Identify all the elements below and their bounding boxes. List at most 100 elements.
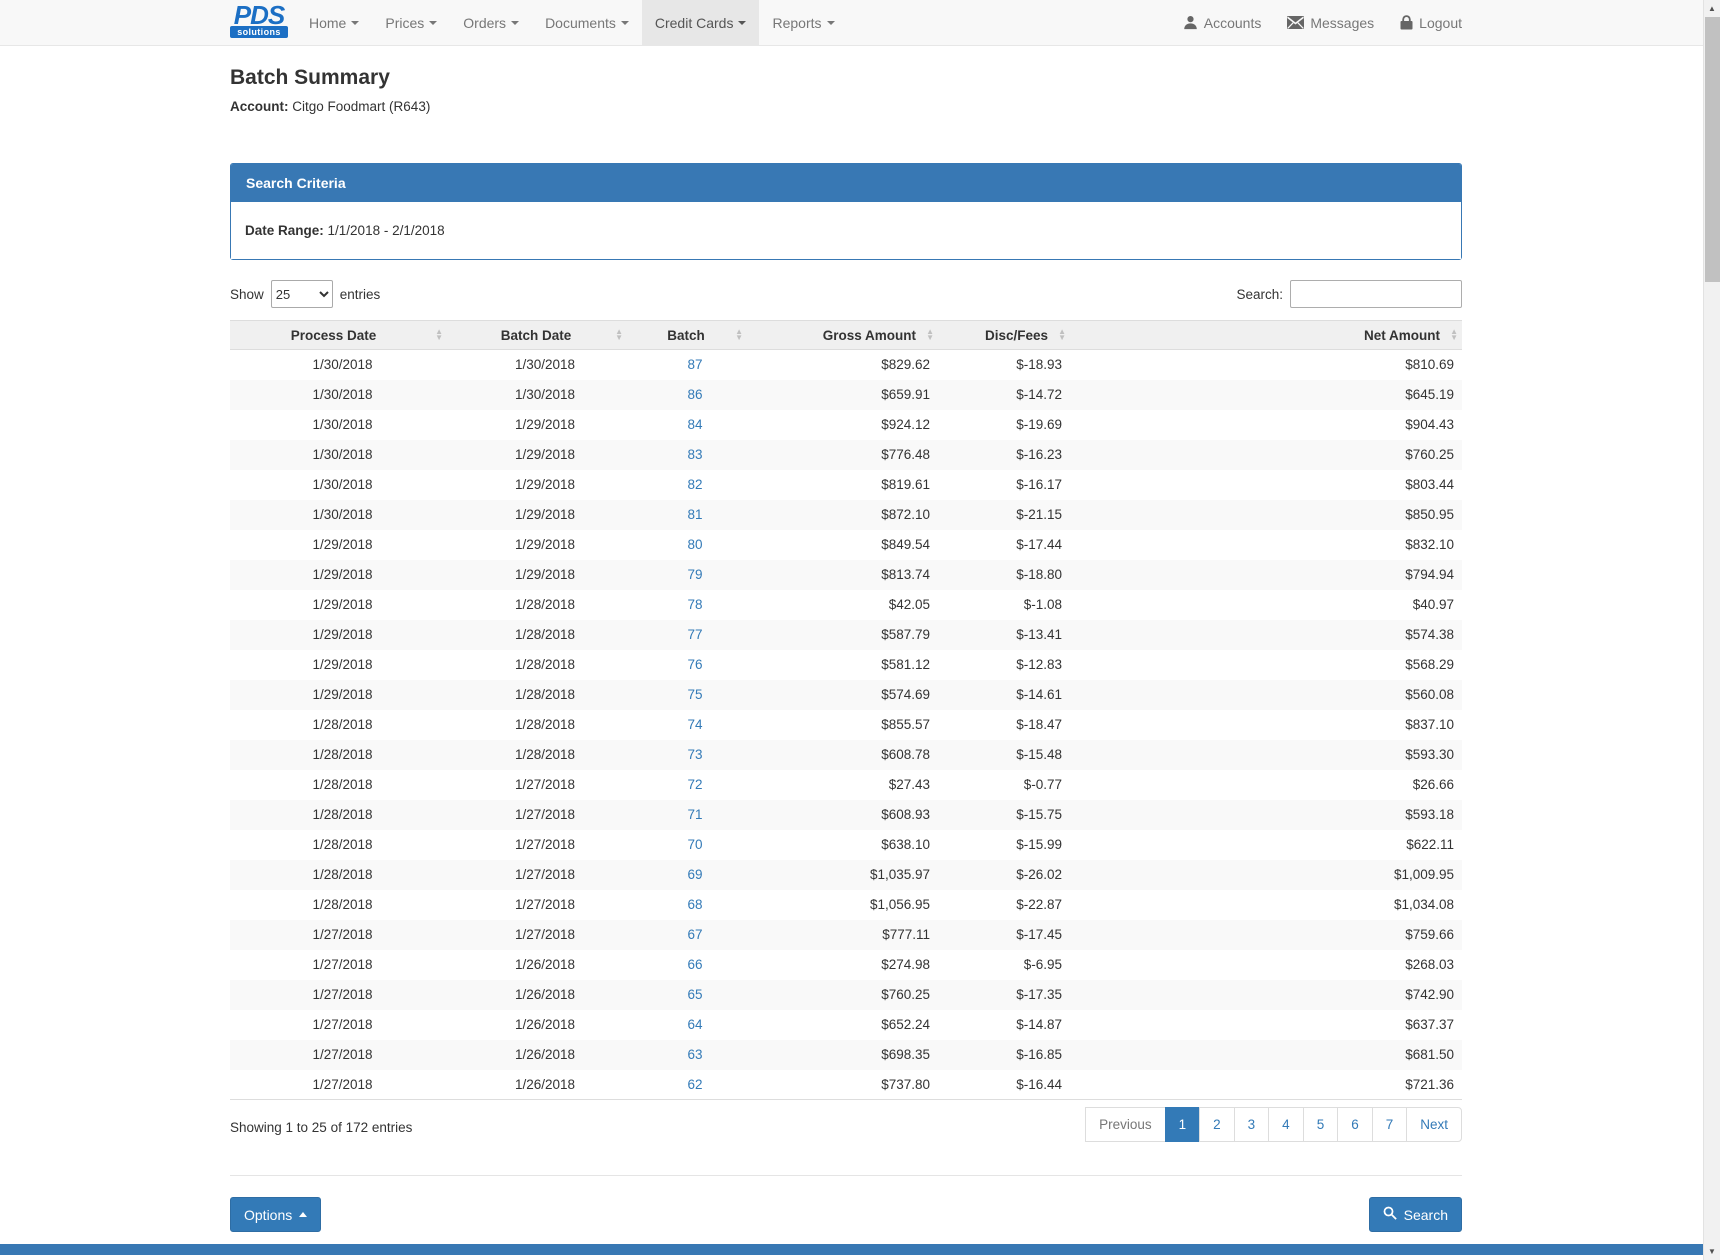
cell-batch: 80	[635, 530, 755, 560]
sort-icon: ▲▼	[435, 329, 443, 341]
cell-batch: 87	[635, 350, 755, 380]
batch-link[interactable]: 66	[687, 957, 702, 972]
batch-link[interactable]: 75	[687, 687, 702, 702]
pagination-button[interactable]: Previous	[1085, 1107, 1166, 1142]
batch-link[interactable]: 76	[687, 657, 702, 672]
vertical-scrollbar[interactable]: ▲ ▼	[1703, 0, 1720, 1260]
cell-net-amount: $742.90	[1070, 980, 1462, 1010]
pagination-button[interactable]: 1	[1165, 1107, 1201, 1142]
cell-gross-amount: $849.54	[755, 530, 938, 560]
batch-link[interactable]: 65	[687, 987, 702, 1002]
cell-batch-date: 1/28/2018	[455, 710, 635, 740]
envelope-icon	[1287, 16, 1304, 29]
table-row: 1/29/2018 1/29/2018 79 $813.74 $-18.80 $…	[230, 560, 1462, 590]
column-header[interactable]: Batch Date ▲▼	[455, 321, 635, 350]
options-button[interactable]: Options	[230, 1197, 321, 1232]
pagination-button[interactable]: 4	[1268, 1107, 1304, 1142]
batch-link[interactable]: 70	[687, 837, 702, 852]
sort-icon: ▲▼	[735, 329, 743, 341]
brand-logo[interactable]: PDS solutions	[230, 4, 288, 38]
cell-disc-fees: $-14.72	[938, 380, 1070, 410]
cell-net-amount: $794.94	[1070, 560, 1462, 590]
nav-item[interactable]: Reports	[759, 0, 847, 45]
scrollbar-thumb[interactable]	[1705, 17, 1720, 282]
batch-link[interactable]: 67	[687, 927, 702, 942]
search-criteria-header: Search Criteria	[231, 164, 1461, 202]
cell-batch: 65	[635, 980, 755, 1010]
cell-process-date: 1/28/2018	[230, 800, 455, 830]
batch-link[interactable]: 86	[687, 387, 702, 402]
batch-link[interactable]: 71	[687, 807, 702, 822]
page-size-select[interactable]: 25	[271, 280, 333, 308]
cell-disc-fees: $-16.44	[938, 1070, 1070, 1100]
batch-link[interactable]: 77	[687, 627, 702, 642]
main-content: Batch Summary Account: Citgo Foodmart (R…	[230, 46, 1462, 1232]
column-header[interactable]: Batch ▲▼	[635, 321, 755, 350]
nav-item[interactable]: Home	[296, 0, 372, 45]
nav-item-accounts[interactable]: Accounts	[1183, 0, 1262, 45]
cell-gross-amount: $608.93	[755, 800, 938, 830]
nav-item[interactable]: Documents	[532, 0, 642, 45]
pagination: Previous 1 2 3 4 5 6 7 Next	[1086, 1107, 1462, 1142]
nav-item-logout[interactable]: Logout	[1400, 0, 1462, 45]
cell-process-date: 1/29/2018	[230, 680, 455, 710]
cell-net-amount: $560.08	[1070, 680, 1462, 710]
cell-disc-fees: $-15.48	[938, 740, 1070, 770]
chevron-down-icon	[621, 21, 629, 25]
cell-net-amount: $622.11	[1070, 830, 1462, 860]
pagination-button[interactable]: 7	[1372, 1107, 1408, 1142]
column-header[interactable]: Disc/Fees ▲▼	[938, 321, 1070, 350]
batch-link[interactable]: 82	[687, 477, 702, 492]
pagination-button[interactable]: 3	[1234, 1107, 1270, 1142]
nav-item[interactable]: Prices	[372, 0, 450, 45]
batch-link[interactable]: 73	[687, 747, 702, 762]
cell-gross-amount: $581.12	[755, 650, 938, 680]
batch-link[interactable]: 79	[687, 567, 702, 582]
scrollbar-down-arrow[interactable]: ▼	[1704, 1243, 1720, 1260]
table-row: 1/27/2018 1/26/2018 66 $274.98 $-6.95 $2…	[230, 950, 1462, 980]
batch-link[interactable]: 83	[687, 447, 702, 462]
pagination-button[interactable]: 6	[1337, 1107, 1373, 1142]
column-header[interactable]: Process Date ▲▼	[230, 321, 455, 350]
batch-link[interactable]: 62	[687, 1077, 702, 1092]
table-row: 1/30/2018 1/30/2018 87 $829.62 $-18.93 $…	[230, 350, 1462, 380]
batch-link[interactable]: 68	[687, 897, 702, 912]
batch-link[interactable]: 87	[687, 357, 702, 372]
page-title: Batch Summary	[230, 66, 1462, 90]
search-button[interactable]: Search	[1369, 1197, 1462, 1232]
nav-item-messages[interactable]: Messages	[1287, 0, 1374, 45]
batch-link[interactable]: 74	[687, 717, 702, 732]
batch-link[interactable]: 69	[687, 867, 702, 882]
cell-gross-amount: $698.35	[755, 1040, 938, 1070]
nav-item[interactable]: Orders	[450, 0, 532, 45]
cell-batch-date: 1/29/2018	[455, 500, 635, 530]
cell-net-amount: $832.10	[1070, 530, 1462, 560]
cell-disc-fees: $-16.17	[938, 470, 1070, 500]
cell-batch: 71	[635, 800, 755, 830]
cell-gross-amount: $1,056.95	[755, 890, 938, 920]
batch-link[interactable]: 80	[687, 537, 702, 552]
nav-item[interactable]: Credit Cards	[642, 0, 760, 45]
account-label: Account:	[230, 99, 289, 114]
batch-link[interactable]: 63	[687, 1047, 702, 1062]
batch-link[interactable]: 78	[687, 597, 702, 612]
cell-net-amount: $637.37	[1070, 1010, 1462, 1040]
column-header[interactable]: Net Amount ▲▼	[1070, 321, 1462, 350]
cell-gross-amount: $924.12	[755, 410, 938, 440]
batch-link[interactable]: 64	[687, 1017, 702, 1032]
cell-batch: 70	[635, 830, 755, 860]
scrollbar-up-arrow[interactable]: ▲	[1704, 0, 1720, 17]
column-header[interactable]: Gross Amount ▲▼	[755, 321, 938, 350]
pagination-button[interactable]: 5	[1303, 1107, 1339, 1142]
batch-link[interactable]: 84	[687, 417, 702, 432]
cell-batch-date: 1/27/2018	[455, 860, 635, 890]
search-input[interactable]	[1290, 280, 1462, 308]
batch-link[interactable]: 72	[687, 777, 702, 792]
pagination-button[interactable]: 2	[1199, 1107, 1235, 1142]
cell-batch: 81	[635, 500, 755, 530]
pagination-button[interactable]: Next	[1406, 1107, 1462, 1142]
batch-link[interactable]: 81	[687, 507, 702, 522]
cell-disc-fees: $-16.85	[938, 1040, 1070, 1070]
table-row: 1/28/2018 1/27/2018 71 $608.93 $-15.75 $…	[230, 800, 1462, 830]
cell-process-date: 1/27/2018	[230, 1070, 455, 1100]
